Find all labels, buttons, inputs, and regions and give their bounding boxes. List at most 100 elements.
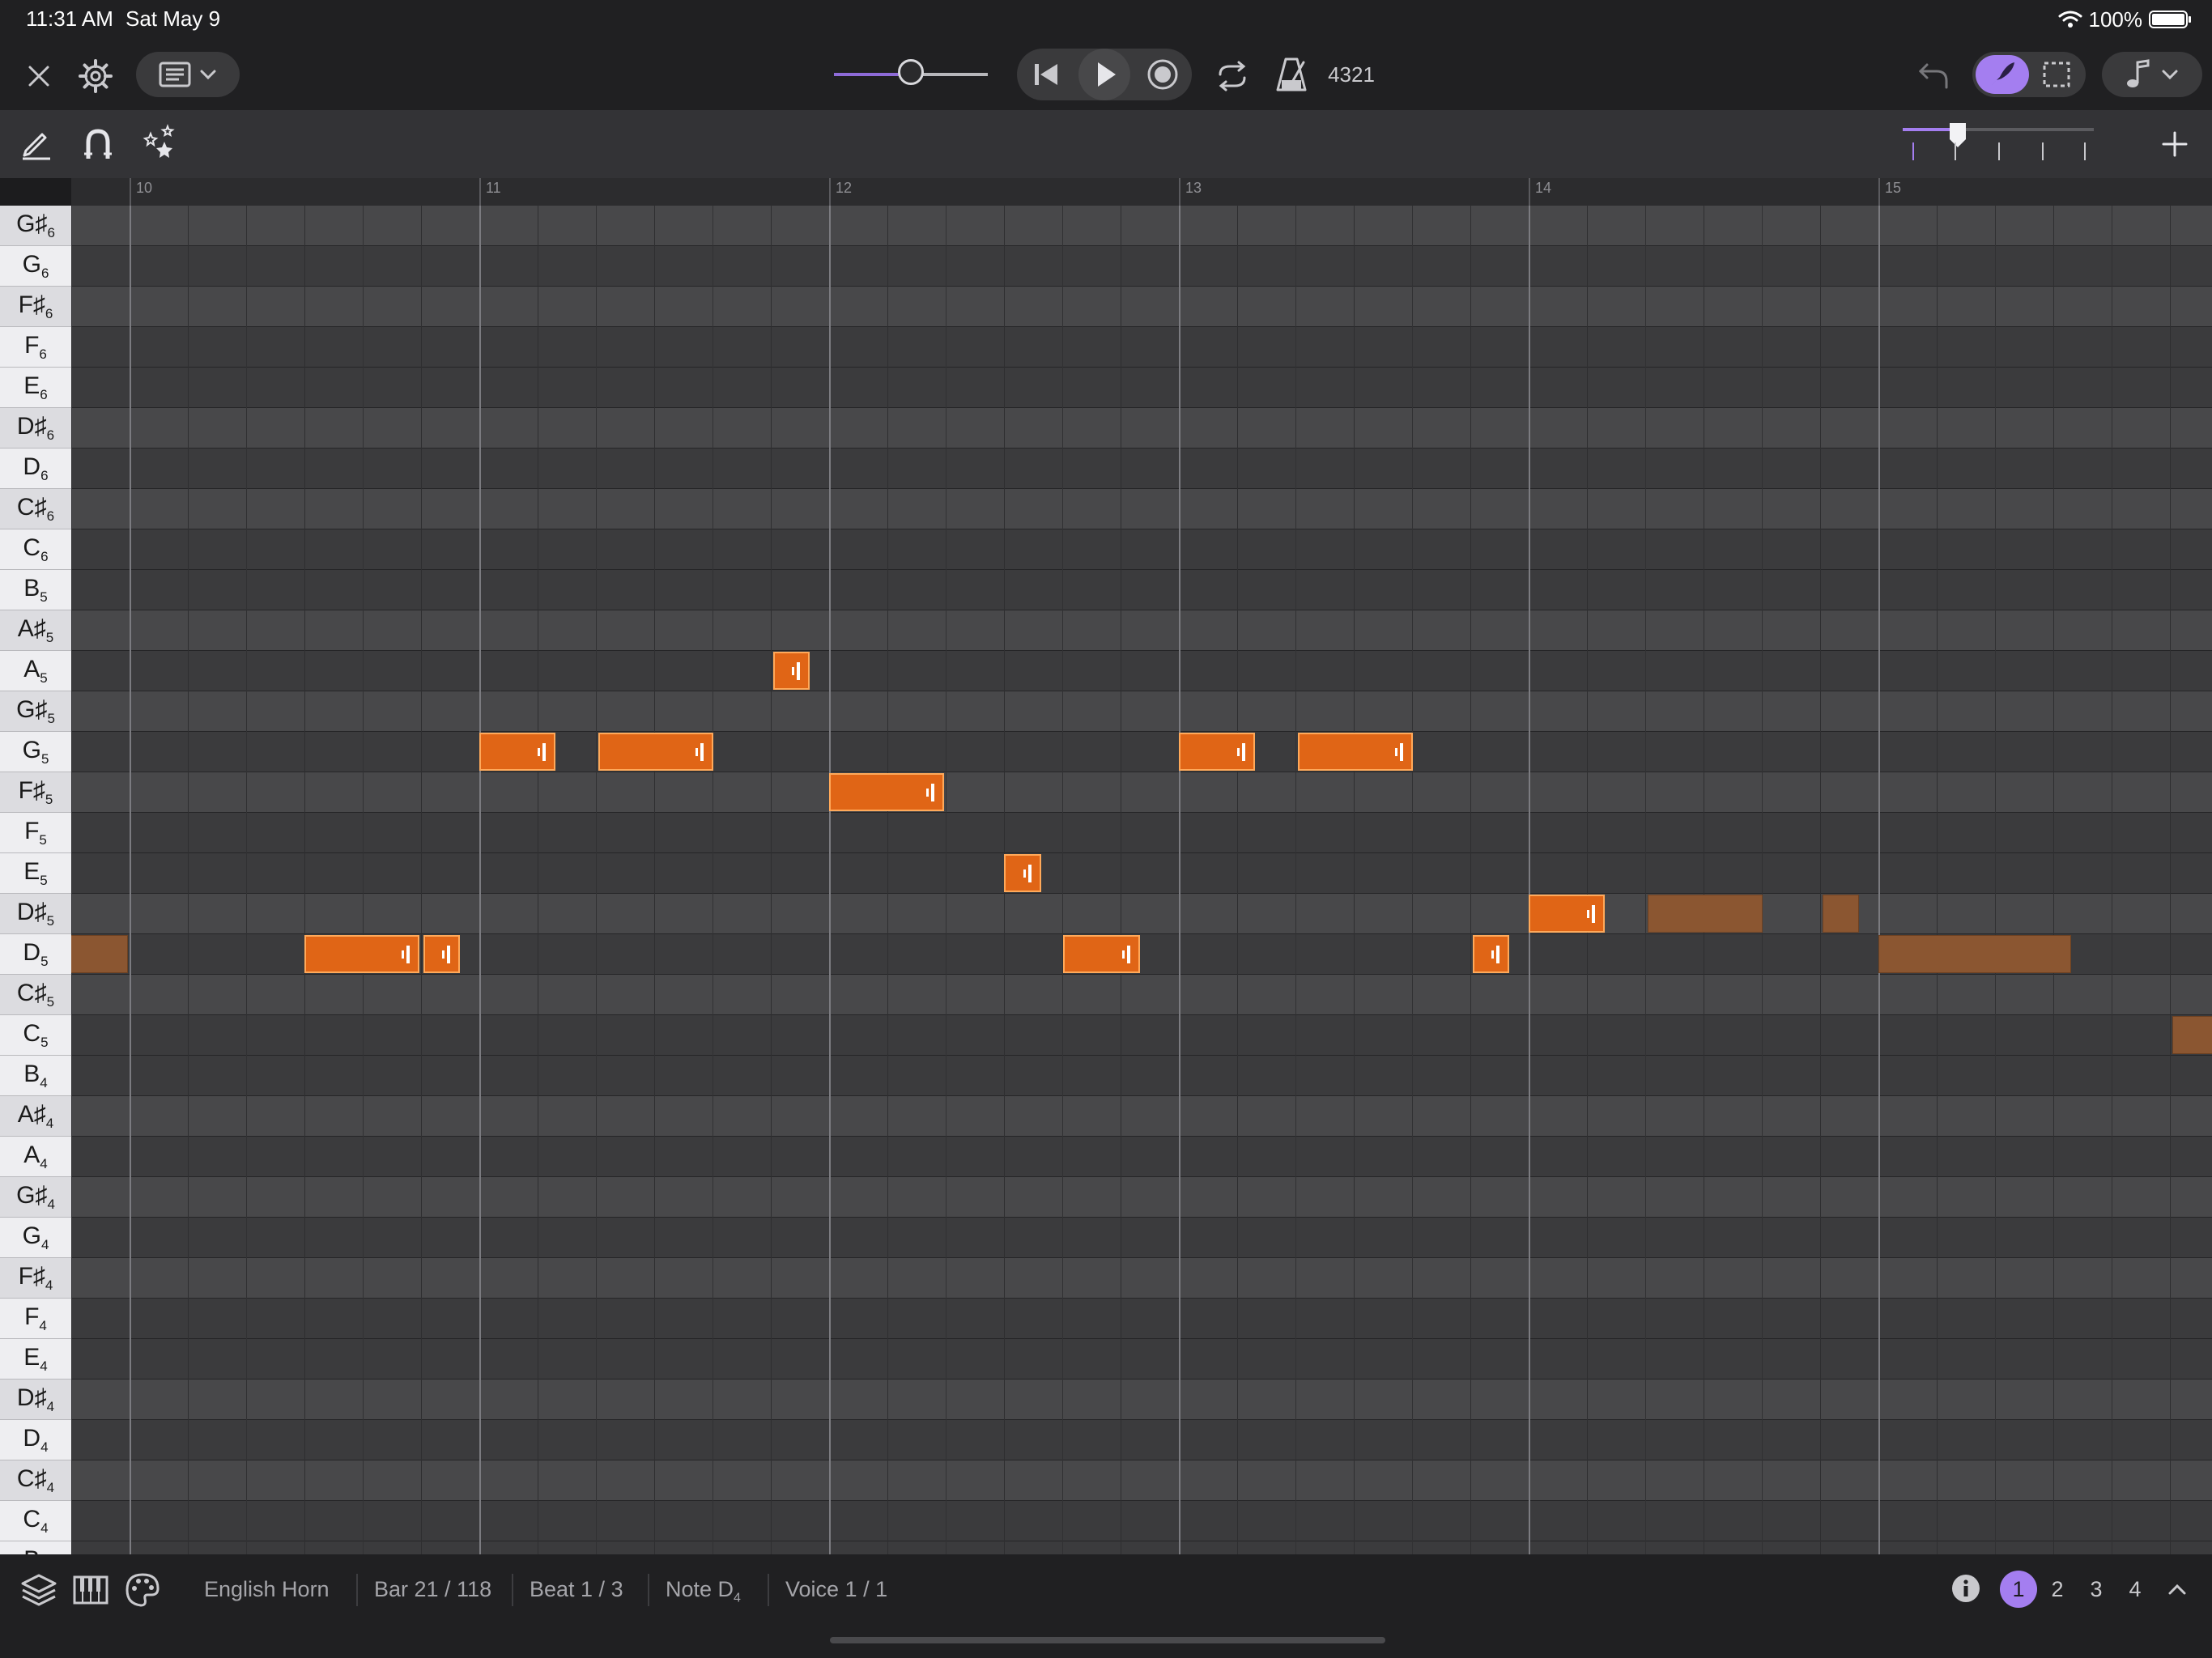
piano-key[interactable]: A♯5: [0, 610, 71, 651]
pitch-row[interactable]: [71, 1460, 2212, 1501]
note-block[interactable]: [1004, 854, 1041, 892]
piano-key[interactable]: G♯5: [0, 691, 71, 732]
piano-key[interactable]: E6: [0, 368, 71, 408]
note-name[interactable]: Note D4: [666, 1577, 741, 1605]
note-block[interactable]: [71, 935, 128, 973]
zoom-slider-thumb[interactable]: [1948, 121, 1967, 149]
pitch-row[interactable]: [71, 1177, 2212, 1218]
view-menu-button[interactable]: [136, 52, 240, 97]
settings-button[interactable]: [74, 55, 117, 97]
voice-1-button[interactable]: 1: [2000, 1571, 2037, 1608]
note-resize-handle[interactable]: [1394, 742, 1403, 761]
piano-key[interactable]: G6: [0, 246, 71, 287]
note-resize-handle[interactable]: [442, 945, 451, 963]
play-button[interactable]: [1078, 49, 1130, 100]
piano-key[interactable]: C4: [0, 1501, 71, 1541]
count-in-button[interactable]: 4321: [1325, 57, 1378, 92]
undo-button[interactable]: [1911, 53, 1956, 99]
piano-key[interactable]: C6: [0, 529, 71, 570]
voice-4-button[interactable]: 4: [2116, 1571, 2154, 1608]
pitch-row[interactable]: [71, 1339, 2212, 1380]
pitch-row[interactable]: [71, 368, 2212, 408]
pitch-row[interactable]: [71, 1420, 2212, 1460]
piano-key[interactable]: A4: [0, 1137, 71, 1177]
piano-key[interactable]: E4: [0, 1339, 71, 1380]
piano-key[interactable]: D♯4: [0, 1380, 71, 1420]
pitch-row[interactable]: [71, 732, 2212, 772]
pitch-row[interactable]: [71, 610, 2212, 651]
pitch-row[interactable]: [71, 287, 2212, 327]
piano-key[interactable]: D4: [0, 1420, 71, 1460]
zoom-slider[interactable]: [1903, 128, 2094, 131]
note-block[interactable]: [2172, 1016, 2212, 1054]
loop-button[interactable]: [1210, 53, 1255, 99]
pitch-row[interactable]: [71, 529, 2212, 570]
piano-key[interactable]: G5: [0, 732, 71, 772]
piano-key[interactable]: A♯4: [0, 1096, 71, 1137]
select-mode-button[interactable]: [2039, 58, 2074, 91]
pencil-tool-button[interactable]: [15, 121, 58, 165]
note-block[interactable]: [423, 935, 461, 973]
piano-key[interactable]: D6: [0, 449, 71, 489]
tempo-slider-thumb[interactable]: [898, 59, 924, 85]
pitch-row[interactable]: [71, 772, 2212, 813]
piano-key[interactable]: F♯6: [0, 287, 71, 327]
pitch-row[interactable]: [71, 1015, 2212, 1056]
piano-key[interactable]: G♯4: [0, 1177, 71, 1218]
pitch-row[interactable]: [71, 570, 2212, 610]
pitch-row[interactable]: [71, 1096, 2212, 1137]
pitch-row[interactable]: [71, 449, 2212, 489]
piano-key[interactable]: C♯5: [0, 975, 71, 1015]
pitch-row[interactable]: [71, 489, 2212, 529]
piano-key[interactable]: B3: [0, 1541, 71, 1554]
piano-roll-grid[interactable]: [71, 206, 2212, 1554]
note-resize-handle[interactable]: [402, 945, 410, 963]
note-resize-handle[interactable]: [1587, 904, 1596, 923]
pitch-row[interactable]: [71, 894, 2212, 934]
layers-button[interactable]: [16, 1567, 62, 1613]
info-button[interactable]: [1946, 1569, 1985, 1608]
piano-key[interactable]: D♯6: [0, 408, 71, 449]
close-button[interactable]: [18, 55, 60, 97]
pitch-row[interactable]: [71, 1501, 2212, 1541]
piano-key[interactable]: F4: [0, 1299, 71, 1339]
piano-key[interactable]: A5: [0, 651, 71, 691]
note-resize-handle[interactable]: [792, 661, 801, 680]
note-block[interactable]: [1822, 895, 1860, 933]
note-resize-handle[interactable]: [1023, 864, 1032, 882]
piano-key[interactable]: B5: [0, 570, 71, 610]
add-button[interactable]: [2154, 123, 2196, 165]
piano-key[interactable]: F6: [0, 327, 71, 368]
mixer-button[interactable]: [120, 1567, 165, 1613]
tempo-slider[interactable]: [834, 59, 988, 85]
record-button[interactable]: [1142, 53, 1184, 96]
voice-3-button[interactable]: 3: [2078, 1571, 2115, 1608]
note-block[interactable]: [1179, 733, 1256, 771]
pitch-row[interactable]: [71, 1218, 2212, 1258]
note-block[interactable]: [1529, 895, 1606, 933]
instrument-menu-button[interactable]: [2102, 52, 2202, 97]
metronome-button[interactable]: [1270, 52, 1315, 97]
piano-key[interactable]: G4: [0, 1218, 71, 1258]
snap-button[interactable]: [76, 121, 120, 165]
note-block[interactable]: [1063, 935, 1140, 973]
piano-key[interactable]: F♯4: [0, 1258, 71, 1299]
piano-key[interactable]: C♯6: [0, 489, 71, 529]
note-block[interactable]: [1878, 935, 2072, 973]
pitch-row[interactable]: [71, 691, 2212, 732]
note-block[interactable]: [1647, 895, 1763, 933]
pitch-row[interactable]: [71, 1380, 2212, 1420]
note-resize-handle[interactable]: [1237, 742, 1246, 761]
beat-position[interactable]: Beat 1 / 3: [530, 1577, 623, 1602]
pitch-row[interactable]: [71, 1056, 2212, 1096]
piano-key[interactable]: G♯6: [0, 206, 71, 246]
pitch-row[interactable]: [71, 651, 2212, 691]
piano-key[interactable]: C♯4: [0, 1460, 71, 1501]
pitch-row[interactable]: [71, 1137, 2212, 1177]
rewind-button[interactable]: [1025, 53, 1067, 96]
pencil-mode-button[interactable]: [1976, 55, 2029, 94]
piano-key[interactable]: F♯5: [0, 772, 71, 813]
expand-button[interactable]: [2159, 1571, 2196, 1608]
pitch-row[interactable]: [71, 206, 2212, 246]
pitch-row[interactable]: [71, 408, 2212, 449]
